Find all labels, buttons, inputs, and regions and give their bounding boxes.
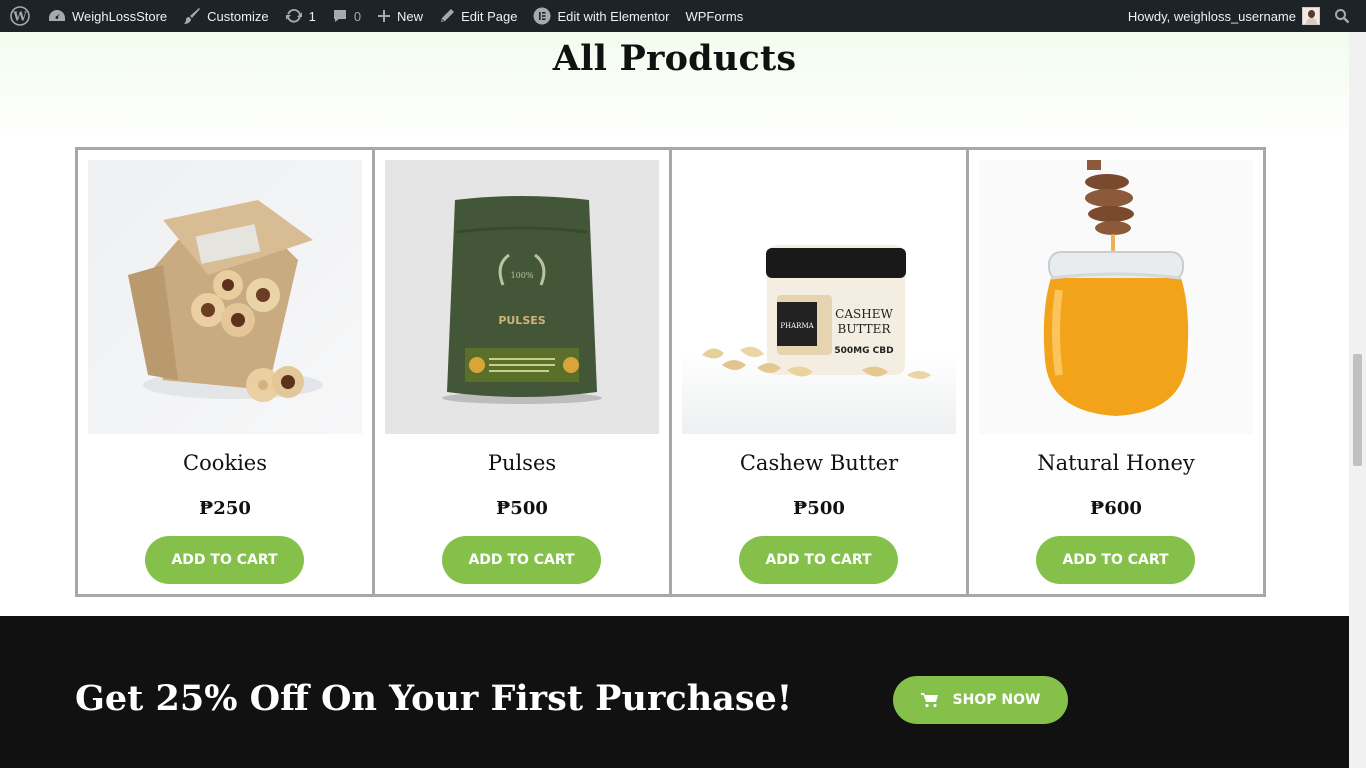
svg-text:PHARMA: PHARMA [780, 322, 814, 330]
cart-icon [920, 693, 938, 708]
elementor-label: Edit with Elementor [557, 8, 670, 24]
product-name[interactable]: Natural Honey [969, 451, 1263, 475]
dashboard-icon [49, 10, 65, 21]
product-name[interactable]: Cashew Butter [672, 451, 966, 475]
updates-link[interactable]: 1 [277, 0, 324, 32]
jar-label-line1: CASHEW [835, 307, 893, 321]
edit-page-link[interactable]: Edit Page [431, 0, 525, 32]
elementor-icon [533, 7, 551, 25]
shop-now-label: SHOP NOW [952, 692, 1041, 708]
comment-icon [333, 10, 346, 22]
paintbrush-icon [184, 8, 201, 24]
product-price: ₱500 [496, 498, 548, 519]
add-to-cart-button[interactable]: ADD TO CART [739, 536, 898, 584]
admin-bar: W WeighLossStore Customize 1 0 New Edit … [0, 0, 1366, 32]
page-scrollbar[interactable] [1349, 32, 1366, 768]
updates-count: 1 [308, 8, 316, 24]
product-price: ₱500 [793, 498, 845, 519]
site-name-menu[interactable]: WeighLossStore [40, 0, 175, 32]
svg-text:100%: 100% [511, 271, 534, 280]
edit-page-label: Edit Page [461, 8, 518, 24]
wordpress-icon: W [10, 6, 30, 26]
product-name[interactable]: Pulses [375, 451, 669, 475]
search-icon [1335, 9, 1350, 24]
add-to-cart-button[interactable]: ADD TO CART [1036, 536, 1195, 584]
promo-banner: Get 25% Off On Your First Purchase! SHOP… [0, 616, 1349, 768]
product-image-pulses[interactable]: 100% PULSES [385, 160, 659, 434]
new-label: New [397, 8, 424, 24]
updates-icon [285, 8, 302, 23]
plus-icon [378, 10, 391, 22]
customize-label: Customize [207, 8, 269, 24]
jar-label-line3: 500MG CBD [834, 346, 893, 356]
pencil-icon [441, 9, 455, 22]
my-account-menu[interactable]: Howdy, weighloss_username [1120, 0, 1326, 32]
shop-now-button[interactable]: SHOP NOW [893, 676, 1068, 724]
product-image-natural-honey[interactable] [979, 160, 1253, 434]
products-header: All Products [0, 32, 1349, 136]
add-to-cart-button[interactable]: ADD TO CART [145, 536, 304, 584]
wpforms-label: WPForms [685, 8, 744, 24]
jar-label-line2: BUTTER [838, 322, 892, 336]
wpforms-link[interactable]: WPForms [677, 0, 751, 32]
comments-link[interactable]: 0 [324, 0, 369, 32]
promo-heading: Get 25% Off On Your First Purchase! [75, 678, 793, 719]
new-content-link[interactable]: New [369, 0, 431, 32]
product-name[interactable]: Cookies [78, 451, 372, 475]
product-card-natural-honey: Natural Honey ₱600 ADD TO CART [966, 147, 1266, 597]
admin-search-button[interactable] [1326, 0, 1366, 32]
comments-count: 0 [353, 8, 362, 24]
product-grid: Cookies ₱250 ADD TO CART 100% PULSES Pul… [75, 147, 1275, 597]
edit-with-elementor-link[interactable]: Edit with Elementor [525, 0, 677, 32]
product-card-cashew-butter: PHARMA CASHEW BUTTER 500MG CBD Cashew Bu… [669, 147, 969, 597]
product-image-cashew-butter[interactable]: PHARMA CASHEW BUTTER 500MG CBD [682, 160, 956, 434]
page-title: All Products [552, 38, 797, 79]
product-price: ₱600 [1090, 498, 1142, 519]
site-name-label: WeighLossStore [72, 8, 168, 24]
wordpress-logo-button[interactable]: W [0, 0, 40, 32]
scrollbar-thumb[interactable] [1353, 354, 1362, 466]
pouch-label: PULSES [498, 314, 545, 327]
customize-link[interactable]: Customize [175, 0, 276, 32]
add-to-cart-button[interactable]: ADD TO CART [442, 536, 601, 584]
howdy-label: Howdy, weighloss_username [1127, 8, 1296, 24]
product-price: ₱250 [199, 498, 251, 519]
product-card-cookies: Cookies ₱250 ADD TO CART [75, 147, 375, 597]
product-card-pulses: 100% PULSES Pulses ₱500 ADD TO CART [372, 147, 672, 597]
svg-text:W: W [12, 10, 27, 24]
avatar [1302, 7, 1320, 25]
product-image-cookies[interactable] [88, 160, 362, 434]
